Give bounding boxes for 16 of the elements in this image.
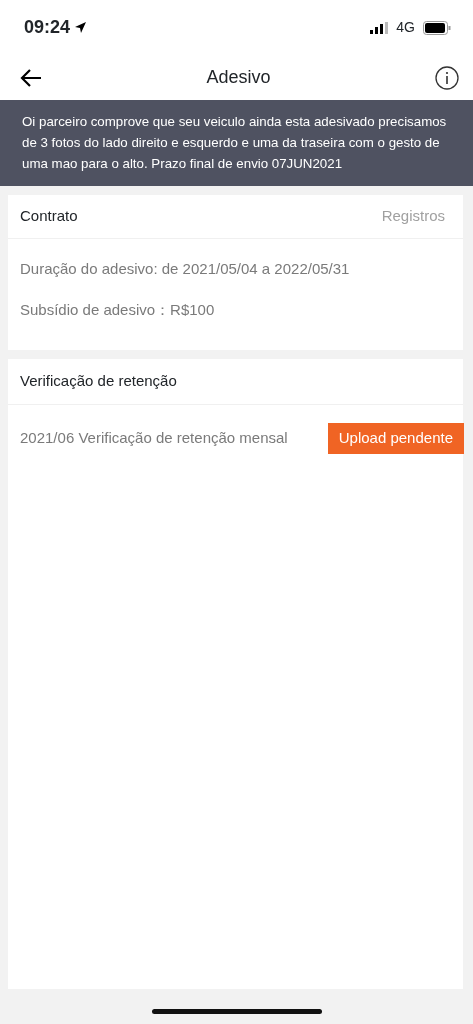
status-time: 09:24: [24, 16, 71, 39]
check-label: 2021/06 Verificação de retenção mensal: [20, 428, 288, 448]
page-title: Adesivo: [206, 66, 271, 89]
contract-detail: Duração do adesivo: de 2021/05/04 a 2022/05/31: [20, 259, 351, 279]
info-icon[interactable]: [435, 65, 459, 90]
back-arrow-icon[interactable]: [20, 68, 42, 87]
signal-icon: [370, 21, 389, 34]
upload-button[interactable]: Upload pendente: [327, 423, 464, 454]
battery-icon: [423, 20, 451, 35]
section-title: Verificação de retenção: [20, 371, 177, 392]
records-link[interactable]: Registros: [381, 205, 445, 228]
contract-detail: Subsídio de adesivo：R$100: [20, 299, 216, 320]
section-title: Contrato: [20, 206, 78, 227]
location-arrow-icon: [74, 21, 88, 34]
network-label: 4G: [396, 18, 415, 37]
notice-message: Oi parceiro comprove que seu veiculo ainda esta adesivado precisamos de 3 fotos do lado direito e esquerdo e uma da traseira com o gesto de uma mao para o alto. Prazo final de envio 07JUN2021: [0, 100, 473, 186]
